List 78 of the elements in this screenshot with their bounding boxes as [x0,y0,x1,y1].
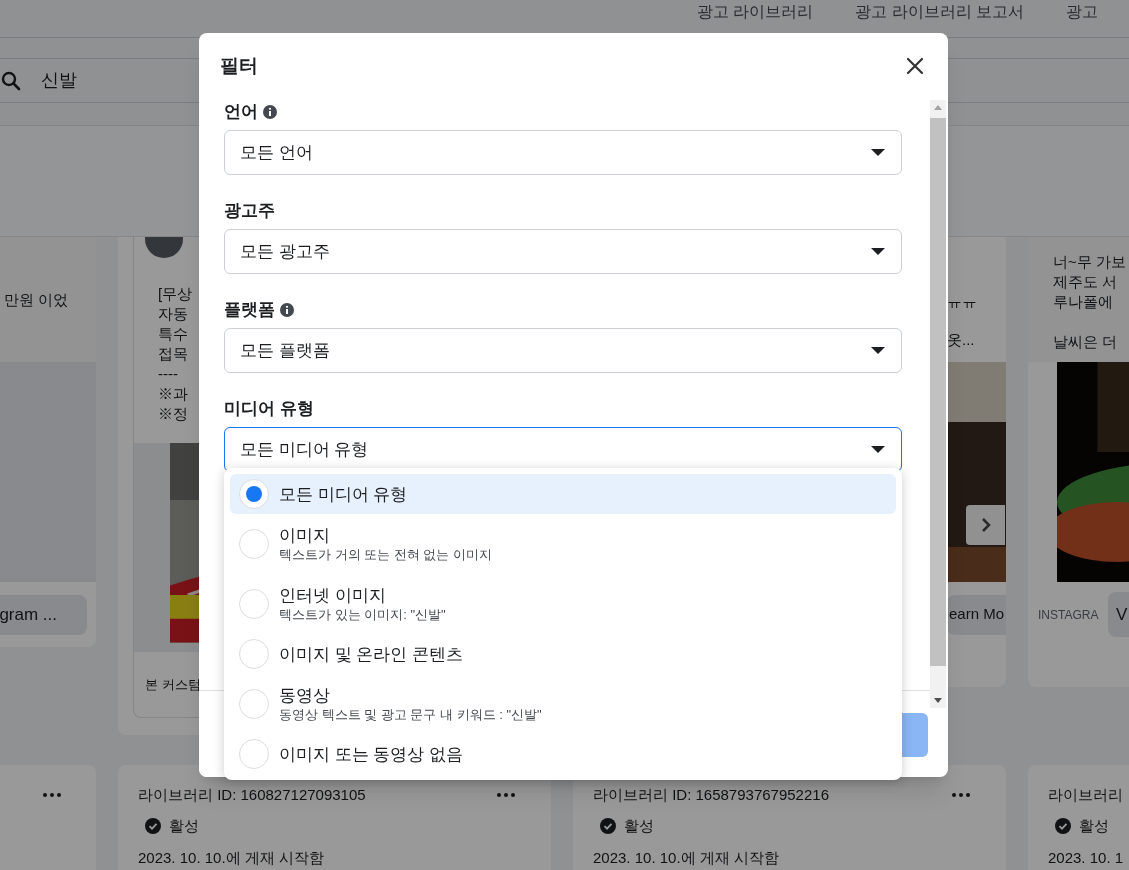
caret-icon [871,149,885,156]
caret-icon [871,248,885,255]
check-circle-icon [145,818,161,835]
nav-tab[interactable]: 광고 [1066,0,1099,33]
more-icon[interactable] [43,793,61,797]
option-description: 텍스트가 있는 이미지: "신발" [279,605,446,624]
option-description: 동영상 텍스트 및 광고 문구 내 키워드 : "신발" [279,705,542,724]
ad-text-line: [무상 [158,284,193,304]
dialog-title: 필터 [220,53,258,78]
field-label: 언어 [224,101,258,124]
ad-text-line: 만원 이었 [3,289,68,310]
ad-text-line: 접목 [158,344,188,364]
library-id: 라이브러리 ID: 1658793767952216 [593,785,829,805]
ad-text-line: ※정 [158,404,188,424]
radio-button[interactable] [239,479,269,509]
status-label: 활성 [1079,816,1109,836]
radio-button[interactable] [239,689,269,719]
field-label: 플랫폼 [224,299,275,322]
option-label: 이미지 및 온라인 콘텐츠 [279,643,464,665]
status-label: 활성 [169,816,199,836]
start-date: 2023. 10. 10.에 게재 시작함 [593,847,780,868]
option-description: 텍스트가 거의 또는 전혀 없는 이미지 [279,545,493,564]
ad-text-line: 옷... [947,330,975,350]
more-icon[interactable] [497,793,515,797]
next-button[interactable] [966,505,1005,545]
caret-icon [871,347,885,354]
radio-button[interactable] [239,589,269,619]
field-label: 광고주 [224,200,275,223]
radio-button[interactable] [239,739,269,769]
radio-option[interactable]: 모든 미디어 유형 [230,474,896,514]
start-date: 2023. 10. 1 [1048,847,1125,868]
option-label: 인터넷 이미지 [279,584,387,606]
check-circle-icon [600,818,616,835]
radio-option[interactable]: 이미지 텍스트가 거의 또는 전혀 없는 이미지 [230,514,896,574]
status-label: 활성 [624,816,654,836]
ad-text-line: 너~무 가보 [1053,252,1126,272]
ad-text-line: ---- [158,364,178,384]
library-id: 라이브러리 [1048,785,1123,805]
radio-option[interactable]: 이미지 또는 동영상 없음 [230,734,896,774]
ad-text-line: 제주도 서 [1053,272,1118,292]
radio-button[interactable] [239,639,269,669]
scroll-up-icon[interactable] [934,105,942,110]
radio-option[interactable]: 동영상 동영상 텍스트 및 광고 문구 내 키워드 : "신발" [230,674,896,734]
radio-button[interactable] [239,529,269,559]
option-label: 이미지 또는 동영상 없음 [279,743,464,765]
info-icon[interactable] [263,105,277,119]
nav-tab[interactable]: 광고 라이브러리 보고서 [855,0,1025,33]
caret-icon [871,446,885,453]
search-field[interactable]: 신발 [41,67,77,94]
cta-button[interactable]: earn Mo [947,594,1006,635]
option-label: 이미지 [279,524,331,546]
ad-caption: 본 커스텀 [145,675,201,694]
close-icon[interactable] [906,57,924,75]
search-icon [1,70,21,91]
ad-text-line: 루나폴에 [1053,292,1113,312]
ad-text-line: 특수 [158,324,188,344]
select-dropdown[interactable]: 모든 플랫폼 [224,328,902,373]
radio-option[interactable]: 이미지 및 온라인 콘텐츠 [230,634,896,674]
select-dropdown[interactable]: 모든 언어 [224,130,902,175]
more-icon[interactable] [952,793,970,797]
option-label: 모든 미디어 유형 [279,483,408,505]
source-label: INSTAGRA [1038,606,1098,623]
ad-text-line: ※과 [158,384,188,404]
option-label: 동영상 [279,684,331,706]
ad-text-line: 날씨은 더 [1053,332,1118,352]
scroll-down-icon[interactable] [934,698,942,703]
select-dropdown[interactable]: 모든 광고주 [224,229,902,274]
start-date: 2023. 10. 10.에 게재 시작함 [138,847,325,868]
ad-text-line: 자동 [158,304,188,324]
chevron-right-icon [980,518,991,532]
info-icon[interactable] [280,303,294,317]
check-circle-icon [1055,818,1071,835]
library-id: 라이브러리 ID: 160827127093105 [138,785,366,805]
ad-text-line: ㅠㅠ [947,292,977,312]
cta-button[interactable]: V [1108,592,1129,637]
field-label: 미디어 유형 [224,398,314,421]
cta-button[interactable]: gram ... [0,594,87,635]
radio-option[interactable]: 인터넷 이미지 텍스트가 있는 이미지: "신발" [230,574,896,634]
